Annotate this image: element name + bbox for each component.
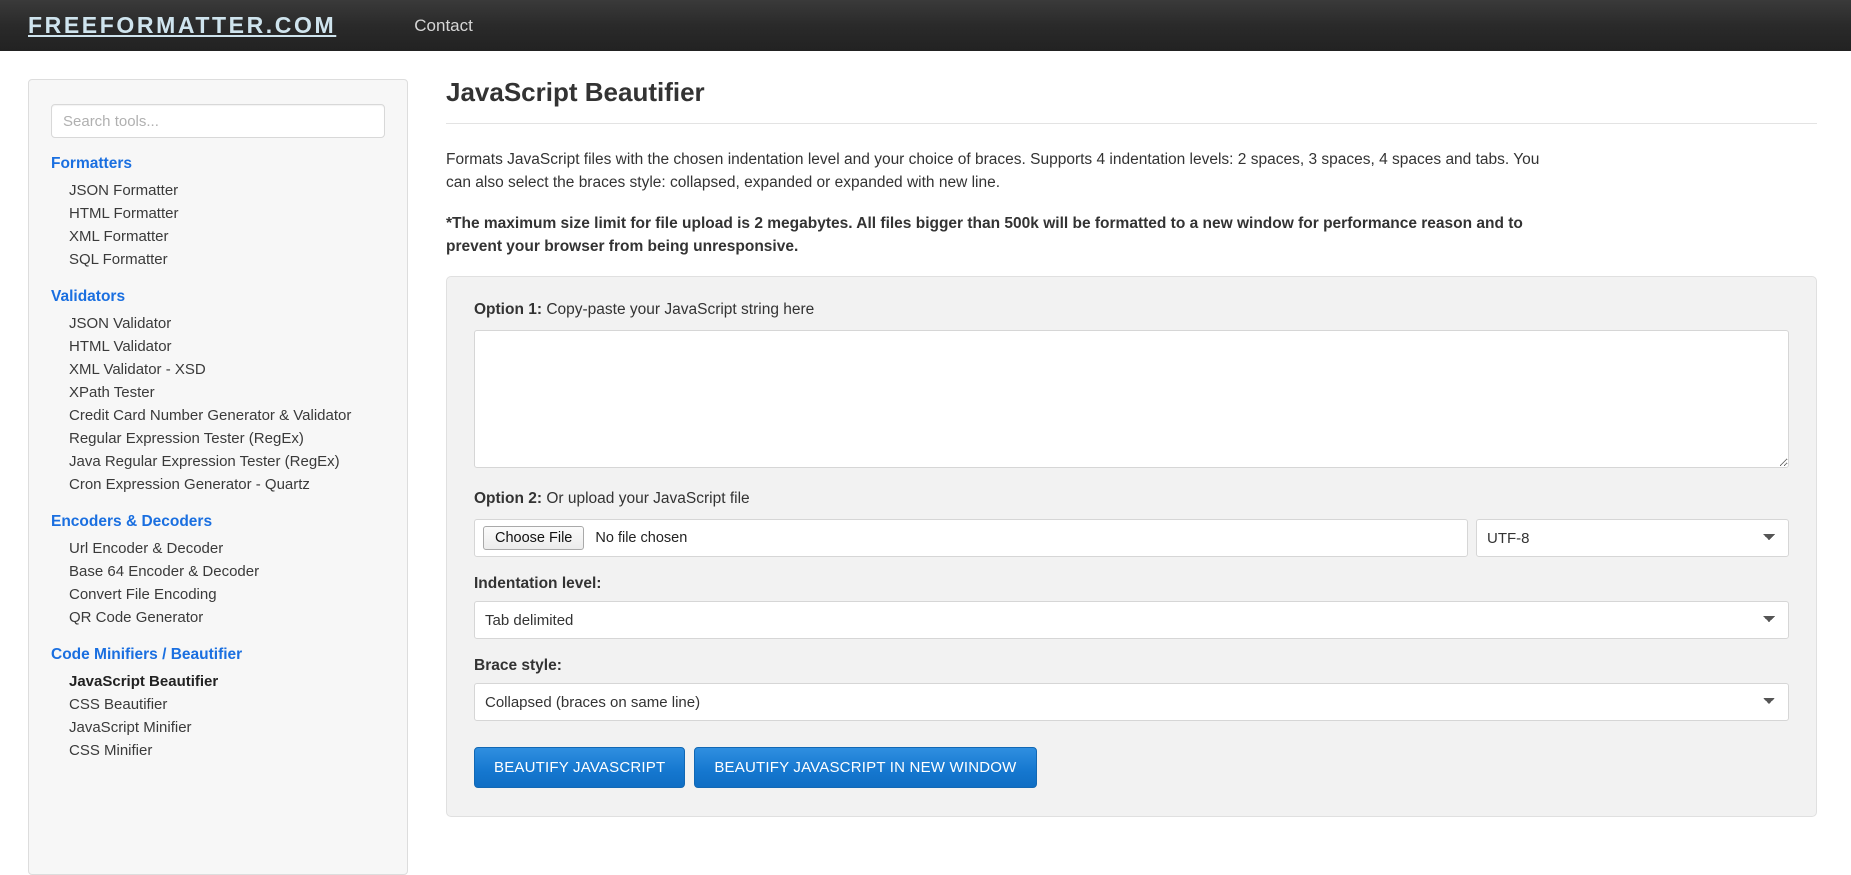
sidebar-item-css-beautifier[interactable]: CSS Beautifier	[69, 693, 385, 716]
sidebar-item-qr-code-generator[interactable]: QR Code Generator	[69, 606, 385, 629]
sidebar-item-cron-expression-generator[interactable]: Cron Expression Generator - Quartz	[69, 473, 385, 496]
file-size-warning: *The maximum size limit for file upload …	[446, 215, 1523, 255]
sidebar-item-xpath-tester[interactable]: XPath Tester	[69, 381, 385, 404]
sidebar-item-json-validator[interactable]: JSON Validator	[69, 312, 385, 335]
option2-text: Or upload your JavaScript file	[542, 490, 750, 507]
page-title: JavaScript Beautifier	[446, 77, 705, 107]
search-tools-input[interactable]	[51, 104, 385, 138]
sidebar-item-url-encoder-decoder[interactable]: Url Encoder & Decoder	[69, 537, 385, 560]
beautify-javascript-new-window-button[interactable]: BEAUTIFY JAVASCRIPT IN NEW WINDOW	[694, 747, 1037, 788]
sidebar-item-html-formatter[interactable]: HTML Formatter	[69, 202, 385, 225]
sidebar-item-convert-file-encoding[interactable]: Convert File Encoding	[69, 583, 385, 606]
top-navigation-bar: FREEFORMATTER.COM Contact	[0, 0, 1851, 51]
option1-label: Option 1: Copy-paste your JavaScript str…	[474, 299, 1789, 321]
top-nav-links: Contact	[404, 12, 483, 40]
beautifier-form-panel: Option 1: Copy-paste your JavaScript str…	[446, 276, 1817, 817]
file-input-field[interactable]: Choose File No file chosen	[474, 519, 1468, 557]
tools-sidebar: Formatters JSON Formatter HTML Formatter…	[28, 79, 408, 875]
sidebar-group-title-encoders-decoders: Encoders & Decoders	[51, 513, 213, 530]
choose-file-button[interactable]: Choose File	[483, 526, 585, 550]
sidebar-item-css-minifier[interactable]: CSS Minifier	[69, 739, 385, 762]
indentation-level-select[interactable]: Tab delimited	[474, 601, 1789, 639]
sidebar-group-encoders-decoders: Encoders & Decoders Url Encoder & Decode…	[51, 510, 385, 629]
sidebar-item-sql-formatter[interactable]: SQL Formatter	[69, 248, 385, 271]
brace-style-select[interactable]: Collapsed (braces on same line)	[474, 683, 1789, 721]
tool-description: Formats JavaScript files with the chosen…	[446, 151, 1540, 191]
action-button-row: BEAUTIFY JAVASCRIPT BEAUTIFY JAVASCRIPT …	[474, 747, 1789, 788]
sidebar-item-xml-validator-xsd[interactable]: XML Validator - XSD	[69, 358, 385, 381]
sidebar-list-code-minifiers: JavaScript Beautifier CSS Beautifier Jav…	[51, 670, 385, 762]
indentation-level-label: Indentation level:	[474, 575, 602, 592]
sidebar-item-credit-card-generator[interactable]: Credit Card Number Generator & Validator	[69, 404, 385, 427]
sidebar-item-javascript-beautifier[interactable]: JavaScript Beautifier	[69, 670, 385, 693]
sidebar-group-title-code-minifiers: Code Minifiers / Beautifier	[51, 646, 243, 663]
sidebar-item-java-regex-tester[interactable]: Java Regular Expression Tester (RegEx)	[69, 450, 385, 473]
sidebar-group-title-formatters: Formatters	[51, 155, 132, 172]
sidebar-group-formatters: Formatters JSON Formatter HTML Formatter…	[51, 152, 385, 271]
sidebar-item-xml-formatter[interactable]: XML Formatter	[69, 225, 385, 248]
sidebar-item-base64-encoder-decoder[interactable]: Base 64 Encoder & Decoder	[69, 560, 385, 583]
encoding-select-wrapper: UTF-8	[1476, 519, 1789, 557]
sidebar-list-encoders-decoders: Url Encoder & Decoder Base 64 Encoder & …	[51, 537, 385, 629]
sidebar-item-javascript-minifier[interactable]: JavaScript Minifier	[69, 716, 385, 739]
option1-prefix: Option 1:	[474, 301, 543, 318]
option2-label: Option 2: Or upload your JavaScript file	[474, 488, 1789, 510]
site-logo-freeformatter[interactable]: FREEFORMATTER.COM	[28, 12, 336, 39]
sidebar-group-title-validators: Validators	[51, 288, 126, 305]
main-content: JavaScript Beautifier Formats JavaScript…	[408, 51, 1851, 817]
file-upload-row: Choose File No file chosen UTF-8	[474, 519, 1789, 557]
nav-link-contact[interactable]: Contact	[404, 12, 483, 40]
encoding-select[interactable]: UTF-8	[1476, 519, 1789, 557]
sidebar-list-formatters: JSON Formatter HTML Formatter XML Format…	[51, 179, 385, 271]
file-chosen-status: No file chosen	[595, 530, 688, 546]
beautify-javascript-button[interactable]: BEAUTIFY JAVASCRIPT	[474, 747, 686, 788]
sidebar-item-html-validator[interactable]: HTML Validator	[69, 335, 385, 358]
sidebar-list-validators: JSON Validator HTML Validator XML Valida…	[51, 312, 385, 496]
title-divider	[446, 123, 1817, 124]
sidebar-item-json-formatter[interactable]: JSON Formatter	[69, 179, 385, 202]
page-body: Formatters JSON Formatter HTML Formatter…	[0, 51, 1851, 875]
option2-prefix: Option 2:	[474, 490, 543, 507]
brace-style-label: Brace style:	[474, 657, 562, 674]
sidebar-group-code-minifiers: Code Minifiers / Beautifier JavaScript B…	[51, 643, 385, 762]
sidebar-item-regex-tester[interactable]: Regular Expression Tester (RegEx)	[69, 427, 385, 450]
option1-text: Copy-paste your JavaScript string here	[542, 301, 815, 318]
javascript-input-textarea[interactable]	[474, 330, 1789, 468]
sidebar-group-validators: Validators JSON Validator HTML Validator…	[51, 285, 385, 496]
